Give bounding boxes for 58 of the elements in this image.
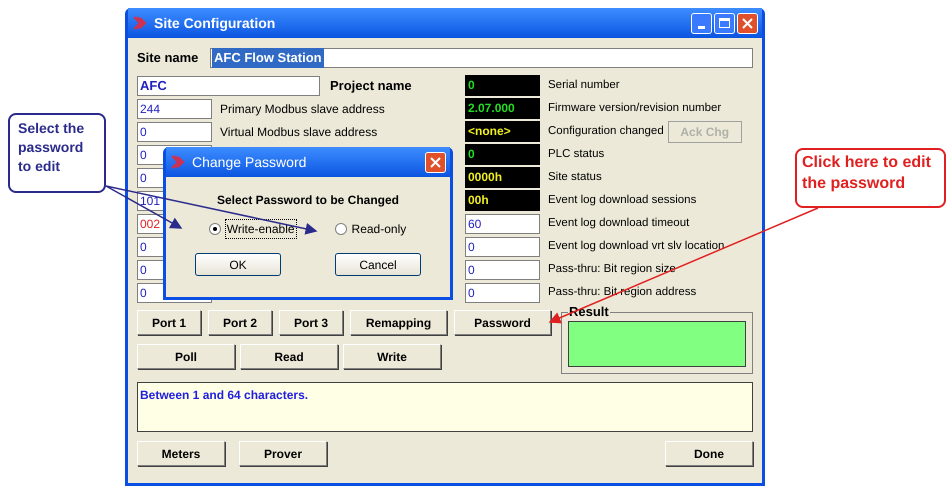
input-field[interactable]: 244 bbox=[137, 98, 212, 118]
field-label: Site status bbox=[548, 170, 602, 185]
toolbar-button[interactable]: Port 1 bbox=[137, 310, 201, 335]
field-label: Site name bbox=[137, 49, 200, 68]
field-label: Event log download vrt slv location bbox=[548, 238, 724, 254]
action-button[interactable]: Poll bbox=[137, 344, 235, 369]
callout-box: Select the password to edit bbox=[8, 113, 106, 193]
dialog-button[interactable]: Cancel bbox=[335, 253, 421, 276]
action-button[interactable]: Write bbox=[343, 344, 441, 369]
message-text: Between 1 and 64 characters. bbox=[140, 388, 308, 402]
field-label: Project name bbox=[330, 76, 412, 95]
field-label: Pass-thru: Bit region address bbox=[548, 284, 696, 300]
readout-display: 0 bbox=[465, 75, 540, 96]
readout-display: 00h bbox=[465, 190, 540, 211]
project-name-field[interactable]: AFC bbox=[137, 76, 320, 96]
maximize-button[interactable] bbox=[714, 12, 735, 34]
field-label: Configuration changed bbox=[548, 124, 664, 139]
field-label: Event log download sessions bbox=[548, 192, 696, 208]
radio-button[interactable] bbox=[334, 223, 347, 235]
toolbar-button[interactable]: Port 2 bbox=[208, 310, 272, 335]
window-title: Site Configuration bbox=[154, 14, 276, 33]
action-button[interactable]: Read bbox=[240, 344, 338, 369]
dialog-heading: Select Password to be Changed bbox=[216, 192, 400, 209]
field-label: Firmware version/revision number bbox=[548, 100, 722, 116]
site-name-field[interactable]: AFC Flow Station bbox=[210, 48, 753, 68]
footer-button[interactable]: Meters bbox=[137, 441, 225, 466]
dialog-button[interactable]: OK bbox=[195, 253, 281, 276]
field-label: Serial number bbox=[548, 78, 620, 93]
toolbar-button[interactable]: Password bbox=[454, 310, 551, 335]
radio-option[interactable]: Read-only bbox=[334, 219, 408, 239]
callout-box: Click here to edit the password bbox=[795, 148, 946, 208]
close-icon bbox=[430, 156, 441, 168]
close-icon bbox=[742, 18, 753, 28]
footer-button[interactable]: Prover bbox=[239, 441, 327, 466]
logo-icon bbox=[132, 15, 148, 31]
field-label: Virtual Modbus slave address bbox=[220, 124, 378, 140]
input-field[interactable]: 0 bbox=[465, 236, 540, 256]
footer-button[interactable]: Done bbox=[665, 441, 753, 466]
input-field[interactable]: 0 bbox=[465, 260, 540, 280]
close-button[interactable] bbox=[425, 152, 446, 172]
readout-display: 0000h bbox=[465, 167, 540, 188]
readout-display: <none> bbox=[465, 121, 540, 142]
readout-display: 2.07.000 bbox=[465, 98, 540, 119]
toolbar-button[interactable]: Port 3 bbox=[279, 310, 343, 335]
dialog-title: Change Password bbox=[192, 152, 306, 172]
close-button[interactable] bbox=[737, 12, 758, 34]
input-field[interactable]: 60 bbox=[465, 214, 540, 234]
group-label: Result bbox=[568, 304, 610, 319]
logo-icon bbox=[170, 154, 186, 170]
field-label: PLC status bbox=[548, 146, 604, 162]
minimize-button[interactable] bbox=[691, 12, 712, 34]
field-label: Event log download timeout bbox=[548, 216, 690, 231]
readout-display: 0 bbox=[465, 144, 540, 165]
toolbar-button[interactable]: Remapping bbox=[350, 310, 447, 335]
input-field[interactable]: 0 bbox=[465, 282, 540, 302]
field-label: Primary Modbus slave address bbox=[220, 100, 385, 118]
radio-button[interactable] bbox=[208, 223, 221, 235]
input-field[interactable]: 0 bbox=[137, 122, 212, 142]
